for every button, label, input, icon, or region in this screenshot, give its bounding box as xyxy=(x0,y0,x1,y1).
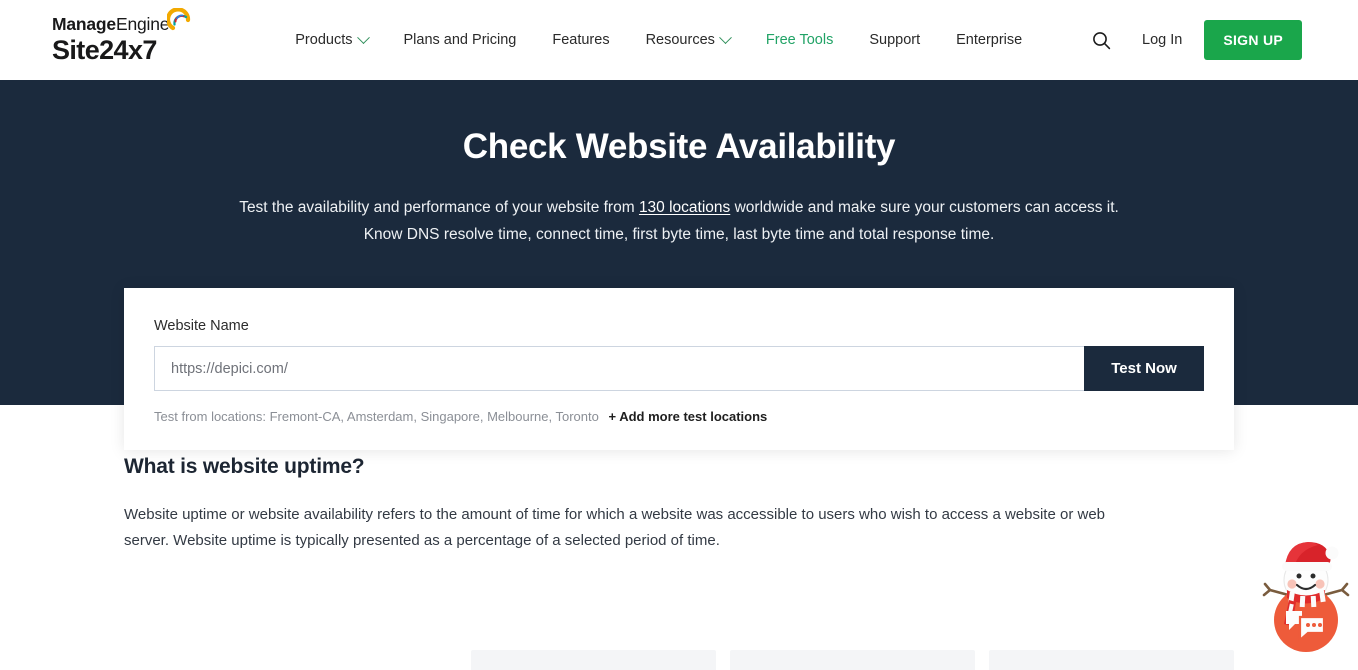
nav-item-free-tools[interactable]: Free Tools xyxy=(748,32,851,48)
nav-label: Plans and Pricing xyxy=(404,32,517,48)
manageengine-swoosh-icon xyxy=(167,8,193,34)
main-navigation: Products Plans and Pricing Features Reso… xyxy=(277,32,1040,48)
test-now-button[interactable]: Test Now xyxy=(1084,346,1204,391)
logo-manageengine: ManageEngine xyxy=(52,16,191,34)
nav-item-features[interactable]: Features xyxy=(534,32,627,48)
logo-manage-text: Manage xyxy=(52,14,116,34)
page-title: Check Website Availability xyxy=(0,127,1358,167)
logo-site24x7-text: Site24x7 xyxy=(52,37,191,64)
feature-card[interactable] xyxy=(471,650,716,670)
logo-engine-text: Engine xyxy=(116,14,169,34)
hero-desc-part1: Test the availability and performance of… xyxy=(239,199,639,216)
logo[interactable]: ManageEngine Site24x7 xyxy=(52,16,191,64)
site-header: ManageEngine Site24x7 Products Plans and… xyxy=(0,0,1358,80)
test-locations-row: Test from locations: Fremont-CA, Amsterd… xyxy=(154,409,1204,424)
chat-widget-button[interactable] xyxy=(1258,532,1354,660)
nav-label: Support xyxy=(869,32,920,48)
nav-label: Products xyxy=(295,32,352,48)
login-link[interactable]: Log In xyxy=(1142,32,1182,48)
nav-item-enterprise[interactable]: Enterprise xyxy=(938,32,1040,48)
nav-item-resources[interactable]: Resources xyxy=(628,32,748,48)
chevron-down-icon xyxy=(357,31,370,44)
hero-description: Test the availability and performance of… xyxy=(234,195,1124,248)
article-body: Website uptime or website availability r… xyxy=(124,502,1110,554)
locations-link[interactable]: 130 locations xyxy=(639,199,730,216)
input-row: Test Now xyxy=(154,346,1204,391)
chevron-down-icon xyxy=(719,31,732,44)
nav-label: Enterprise xyxy=(956,32,1022,48)
nav-label: Features xyxy=(552,32,609,48)
header-actions: Log In SIGN UP xyxy=(1084,0,1302,80)
website-url-input[interactable] xyxy=(154,346,1084,391)
feature-cards-row xyxy=(0,650,1358,670)
search-icon xyxy=(1092,31,1111,50)
snowman-chat-icon xyxy=(1258,532,1354,660)
feature-card[interactable] xyxy=(730,650,975,670)
nav-item-support[interactable]: Support xyxy=(851,32,938,48)
article-heading: What is website uptime? xyxy=(124,455,1110,479)
test-locations-text: Test from locations: Fremont-CA, Amsterd… xyxy=(154,409,599,424)
signup-button[interactable]: SIGN UP xyxy=(1204,20,1302,60)
availability-test-form: Website Name Test Now Test from location… xyxy=(124,288,1234,450)
nav-item-products[interactable]: Products xyxy=(277,32,385,48)
nav-label: Resources xyxy=(646,32,715,48)
search-button[interactable] xyxy=(1084,23,1118,57)
website-name-label: Website Name xyxy=(154,318,1204,334)
nav-item-plans-and-pricing[interactable]: Plans and Pricing xyxy=(386,32,535,48)
nav-label: Free Tools xyxy=(766,32,833,48)
feature-card[interactable] xyxy=(989,650,1234,670)
add-more-locations-link[interactable]: + Add more test locations xyxy=(608,409,767,424)
